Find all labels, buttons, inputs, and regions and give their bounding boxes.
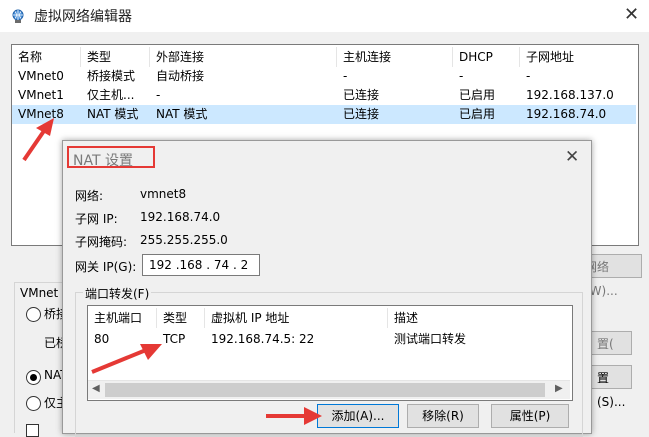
col-header-dhcp[interactable]: DHCP [453,47,520,67]
nat-settings-dialog: NAT 设置 ✕ 网络: vmnet8 子网 IP: 192.168.74.0 … [62,140,592,437]
cell-dhcp: 已启用 [459,107,496,121]
table-row[interactable]: VMnet1 仅主机... - 已连接 已启用 192.168.137.0 [12,86,636,105]
cell-subnet: 192.168.74.0 [526,107,607,121]
cell-external: NAT 模式 [156,107,208,121]
close-icon[interactable]: ✕ [565,147,579,167]
col-header-host-port[interactable]: 主机端口 [88,308,157,328]
radio-nat[interactable] [26,370,41,385]
cell-description: 测试端口转发 [394,332,467,346]
cell-dhcp: - [459,69,464,83]
subnet-ip-value: 192.168.74.0 [140,210,221,224]
col-header-type[interactable]: 类型 [81,47,150,67]
network-value: vmnet8 [140,187,187,201]
radio-host-only[interactable] [26,396,41,411]
cell-subnet: 192.168.137.0 [526,88,614,102]
subnet-mask-value: 255.255.255.0 [140,233,228,247]
subnet-mask-label: 子网掩码: [75,235,128,249]
cell-type: TCP [163,332,186,346]
network-globe-icon [12,9,24,23]
cell-name: VMnet0 [18,69,64,83]
settings-button-1[interactable]: 置( [590,331,632,355]
cell-host: - [343,69,348,83]
scrollbar-thumb[interactable] [105,383,545,397]
cell-external: 自动桥接 [156,69,205,83]
properties-button[interactable]: 属性(P) [491,404,569,428]
network-label: 网络: [75,189,104,203]
cell-type: 桥接模式 [87,69,136,83]
cell-external: - [156,88,161,102]
subnet-ip-label: 子网 IP: [75,212,118,226]
cell-type: NAT 模式 [87,107,139,121]
col-header-name[interactable]: 名称 [12,47,81,67]
cell-name: VMnet8 [18,107,64,121]
port-forwarding-table[interactable]: 主机端口 类型 虚拟机 IP 地址 描述 80 TCP 192.168.74.5… [87,305,573,401]
table-row[interactable]: 80 TCP 192.168.74.5: 22 测试端口转发 [88,330,570,350]
gateway-ip-input[interactable]: 192 .168 . 74 . 2 [142,254,260,276]
col-header-host[interactable]: 主机连接 [337,47,453,67]
cell-type: 仅主机... [87,88,135,102]
table-row[interactable]: VMnet0 桥接模式 自动桥接 - - - [12,67,636,86]
close-icon[interactable]: ✕ [624,4,639,25]
checkbox-partial[interactable] [26,424,39,437]
cell-name: VMnet1 [18,88,64,102]
cell-vm-ip: 192.168.74.5: 22 [211,332,315,346]
cell-host: 已连接 [343,107,380,121]
col-header-vm-ip[interactable]: 虚拟机 IP 地址 [205,308,388,328]
cell-host: 已连接 [343,88,380,102]
cell-subnet: - [526,69,531,83]
cell-host-port: 80 [94,332,110,346]
radio-bridged[interactable] [26,307,41,322]
add-button[interactable]: 添加(A)... [317,404,399,428]
cell-dhcp: 已启用 [459,88,496,102]
scroll-right-icon[interactable]: ▶ [555,383,563,394]
scroll-left-icon[interactable]: ◀ [92,383,100,394]
col-header-external[interactable]: 外部连接 [150,47,337,67]
dialog-title: NAT 设置 [73,153,133,169]
col-header-type[interactable]: 类型 [157,308,205,328]
settings-button-2[interactable]: 置(S)... [590,365,632,409]
window-title: 虚拟网络编辑器 [34,9,132,25]
table-row-selected[interactable]: VMnet8 NAT 模式 NAT 模式 已连接 已启用 192.168.74.… [12,105,636,124]
col-header-description[interactable]: 描述 [388,308,570,328]
remove-button[interactable]: 移除(R) [407,404,479,428]
gateway-label: 网关 IP(G): [75,260,137,274]
col-header-subnet[interactable]: 子网地址 [520,47,636,67]
port-forwarding-label: 端口转发(F) [83,285,152,302]
horizontal-scrollbar[interactable]: ◀ ▶ [88,380,570,399]
window-titlebar: 虚拟网络编辑器 ✕ [0,0,649,32]
